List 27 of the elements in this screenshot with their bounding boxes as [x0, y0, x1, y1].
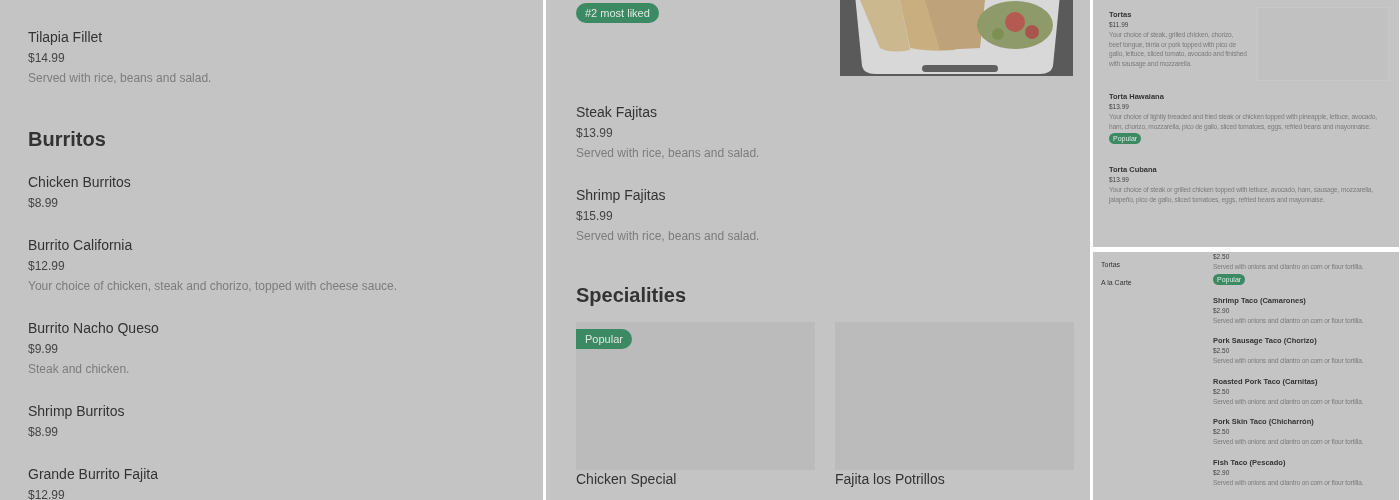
item-name: Grande Burrito Fajita: [28, 465, 159, 484]
item-price: $8.99: [28, 195, 60, 212]
item-price: $15.99: [576, 208, 614, 225]
item-price: $14.99: [28, 50, 66, 67]
item-description: Served with rice, beans and salad.: [28, 70, 213, 87]
item-name: Shrimp Burritos: [28, 402, 126, 421]
popular-badge: Popular: [576, 329, 632, 349]
item-description: Served with rice, beans and salad.: [576, 228, 761, 245]
item-price: $8.99: [28, 424, 60, 441]
card-title: Chicken Special: [576, 471, 678, 487]
item-name: Tilapia Fillet: [28, 28, 104, 47]
ranking-badge: #2 most liked: [576, 3, 659, 23]
item-name: Burrito California: [28, 236, 134, 255]
item-name: Chicken Burritos: [28, 173, 132, 192]
item-price: $13.99: [576, 125, 614, 142]
section-heading: Burritos: [28, 127, 107, 152]
item-price: $12.99: [28, 258, 66, 275]
item-name: Shrimp Fajitas: [576, 186, 667, 205]
item-price: $12.99: [28, 487, 66, 500]
item-description: Steak and chicken.: [28, 361, 131, 378]
item-price: $9.99: [28, 341, 60, 358]
card-title: Fajita los Potrillos: [835, 471, 946, 487]
item-name: Burrito Nacho Queso: [28, 319, 160, 338]
item-description: Served with rice, beans and salad.: [576, 145, 761, 162]
item-description: Your choice of chicken, steak and chorizo, topped with cheese sauce.: [28, 278, 399, 295]
item-name: Steak Fajitas: [576, 103, 658, 122]
section-heading: Specialities: [576, 283, 688, 308]
